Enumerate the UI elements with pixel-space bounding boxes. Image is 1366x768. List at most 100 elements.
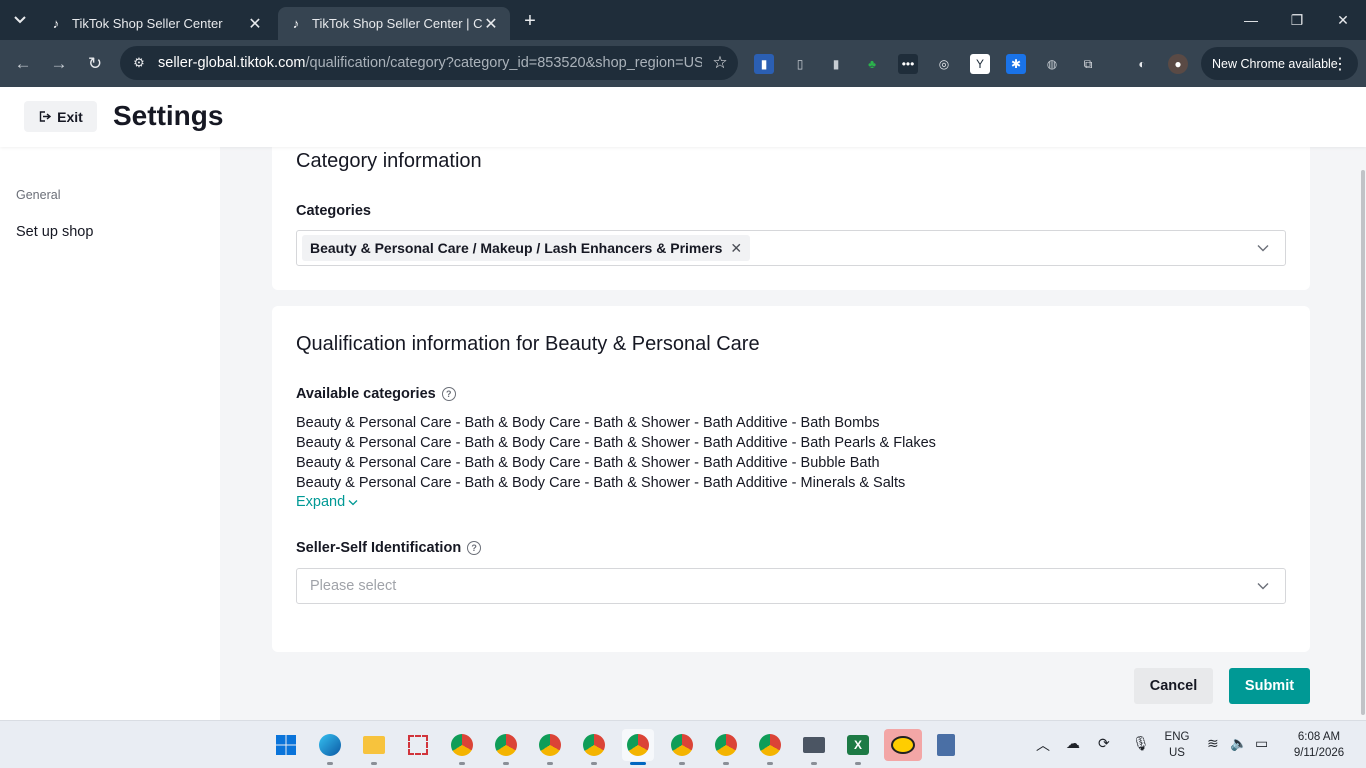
sidebar-section-general: General <box>16 188 61 202</box>
tab-title: TikTok Shop Seller Center <box>72 16 223 31</box>
selected-category-tag: Beauty & Personal Care / Makeup / Lash E… <box>302 235 751 261</box>
chevron-down-icon[interactable] <box>1255 578 1271 594</box>
sidebar: General Set up shop <box>0 147 220 720</box>
category-info-title: Category information <box>296 150 482 172</box>
file-explorer-icon[interactable] <box>358 729 390 765</box>
list-item: Beauty & Personal Care - Bath & Body Car… <box>296 475 906 491</box>
close-window-button[interactable]: ✕ <box>1320 0 1366 40</box>
tab-search-icon[interactable] <box>8 8 32 32</box>
categories-select[interactable]: Beauty & Personal Care / Makeup / Lash E… <box>296 230 1286 266</box>
exit-icon <box>39 111 52 122</box>
clock[interactable]: 6:08 AM 9/11/2026 <box>1284 729 1354 761</box>
extension-chart-icon[interactable]: ▮ <box>754 54 774 74</box>
windows-taskbar: X ︿ ☁ ⟳ 🎙 ENG US ≋ 🔈 ▭ 6:08 AM 9/11/2026 <box>0 720 1366 768</box>
profile-avatar[interactable]: ● <box>1168 54 1188 74</box>
browser-tab-2[interactable]: ♪ TikTok Shop Seller Center | Cros ✕ <box>278 7 510 40</box>
time-text: 6:08 AM <box>1297 731 1341 743</box>
exit-label: Exit <box>57 108 83 125</box>
browser-tab-1[interactable]: ♪ TikTok Shop Seller Center ✕ <box>38 7 274 40</box>
extension-y-icon[interactable]: Y <box>970 54 990 74</box>
extension-phone-icon[interactable]: ▯ <box>790 54 810 74</box>
extensions-puzzle-icon[interactable]: ⧉ <box>1078 54 1098 74</box>
qualification-info-card: Qualification information for Beauty & P… <box>272 306 1310 652</box>
address-bar[interactable]: ⚙ seller-global.tiktok.com/qualification… <box>120 46 738 80</box>
sidebar-item-set-up-shop[interactable]: Set up shop <box>16 224 93 240</box>
reload-button[interactable]: ↻ <box>82 51 108 77</box>
input-language[interactable]: ENG US <box>1158 729 1196 761</box>
help-icon[interactable]: ? <box>467 541 482 555</box>
cancel-button[interactable]: Cancel <box>1134 668 1213 704</box>
browser-toolbar: ← → ↻ ⚙ seller-global.tiktok.com/qualifi… <box>0 40 1366 87</box>
available-categories-list: Beauty & Personal Care - Bath & Body Car… <box>296 413 936 493</box>
chat-app-icon[interactable] <box>884 729 922 761</box>
extension-clip-icon[interactable]: ▮ <box>826 54 846 74</box>
new-tab-button[interactable]: + <box>518 9 542 33</box>
categories-label: Categories <box>296 203 371 219</box>
edge-icon[interactable] <box>314 729 346 765</box>
expand-link[interactable]: Expand <box>296 494 358 510</box>
microphone-icon[interactable]: 🎙 <box>1132 735 1150 752</box>
maximize-button[interactable]: ❐ <box>1274 0 1320 40</box>
chrome-profile-icon[interactable] <box>710 729 742 765</box>
excel-icon[interactable]: X <box>842 729 874 765</box>
snipping-tool-icon[interactable] <box>402 729 434 761</box>
chevron-down-icon <box>348 499 358 505</box>
chrome-profile-icon[interactable] <box>490 729 522 765</box>
cloud-offline-icon[interactable]: ☁ <box>1066 735 1080 752</box>
chrome-profile-icon[interactable] <box>446 729 478 765</box>
page-title: Settings <box>113 100 224 131</box>
select-placeholder: Please select <box>310 578 397 594</box>
category-info-card: Category information Categories Beauty &… <box>272 147 1310 290</box>
remove-tag-icon[interactable]: ✕ <box>730 240 742 257</box>
language-text: ENG <box>1164 731 1190 743</box>
calculator-icon[interactable] <box>930 729 962 761</box>
date-text: 9/11/2026 <box>1293 747 1345 759</box>
chrome-profile-icon[interactable] <box>754 729 786 765</box>
seller-self-identification-label: Seller-Self Identification ? <box>296 540 482 556</box>
qualification-info-title: Qualification information for Beauty & P… <box>296 333 760 355</box>
minimize-button[interactable]: — <box>1228 0 1274 40</box>
forward-button[interactable]: → <box>46 51 72 77</box>
tiktok-icon: ♪ <box>52 16 60 31</box>
browser-tab-strip: ♪ TikTok Shop Seller Center ✕ ♪ TikTok S… <box>0 0 1366 40</box>
sync-icon[interactable]: ⟳ <box>1098 735 1110 752</box>
start-icon[interactable] <box>270 729 302 761</box>
chrome-active-icon[interactable] <box>622 729 654 765</box>
extension-dots-icon[interactable]: ••• <box>898 54 918 74</box>
chevron-down-icon[interactable] <box>1255 240 1271 256</box>
list-item: Beauty & Personal Care - Bath & Body Car… <box>296 455 880 471</box>
list-item: Beauty & Personal Care - Bath & Body Car… <box>296 415 880 431</box>
submit-button[interactable]: Submit <box>1229 668 1310 704</box>
chrome-profile-icon[interactable] <box>666 729 698 765</box>
keyboard-app-icon[interactable] <box>798 729 830 765</box>
battery-icon[interactable]: ▭ <box>1255 735 1268 752</box>
tab-title: TikTok Shop Seller Center | Cros <box>312 16 482 31</box>
extension-globe-icon[interactable]: ◍ <box>1042 54 1062 74</box>
chrome-profile-icon[interactable] <box>578 729 610 765</box>
tiktok-icon: ♪ <box>292 16 300 31</box>
help-icon[interactable]: ? <box>441 387 456 401</box>
extension-gear-icon[interactable]: ✱ <box>1006 54 1026 74</box>
main-content: Category information Categories Beauty &… <box>220 147 1360 720</box>
url-text[interactable]: seller-global.tiktok.com/qualification/c… <box>158 55 702 71</box>
extension-leaf-icon[interactable]: ♣ <box>862 54 882 74</box>
seller-self-identification-select[interactable]: Please select <box>296 568 1286 604</box>
wifi-icon[interactable]: ≋ <box>1207 735 1219 752</box>
site-info-icon[interactable]: ⚙ <box>120 55 158 71</box>
volume-icon[interactable]: 🔈 <box>1230 735 1247 752</box>
chrome-menu-icon[interactable]: ⋮ <box>1332 54 1348 74</box>
extension-search-icon[interactable]: ◎ <box>934 54 954 74</box>
back-button[interactable]: ← <box>10 51 36 77</box>
close-tab-icon[interactable]: ✕ <box>246 15 264 33</box>
close-tab-icon[interactable]: ✕ <box>482 15 500 33</box>
performance-icon[interactable]: ◐ <box>1132 54 1152 74</box>
exit-button[interactable]: Exit <box>24 101 97 132</box>
chrome-profile-icon[interactable] <box>534 729 566 765</box>
available-categories-label: Available categories ? <box>296 386 456 402</box>
page-header: Exit Settings <box>0 87 1366 147</box>
show-hidden-icons-chevron-icon[interactable]: ︿ <box>1036 735 1050 755</box>
selected-category-text: Beauty & Personal Care / Makeup / Lash E… <box>310 240 723 256</box>
bookmark-star-icon[interactable]: ☆ <box>702 53 738 73</box>
new-chrome-available-button[interactable]: New Chrome available ⋮ <box>1201 47 1358 80</box>
page-scrollbar-thumb[interactable] <box>1361 170 1365 715</box>
